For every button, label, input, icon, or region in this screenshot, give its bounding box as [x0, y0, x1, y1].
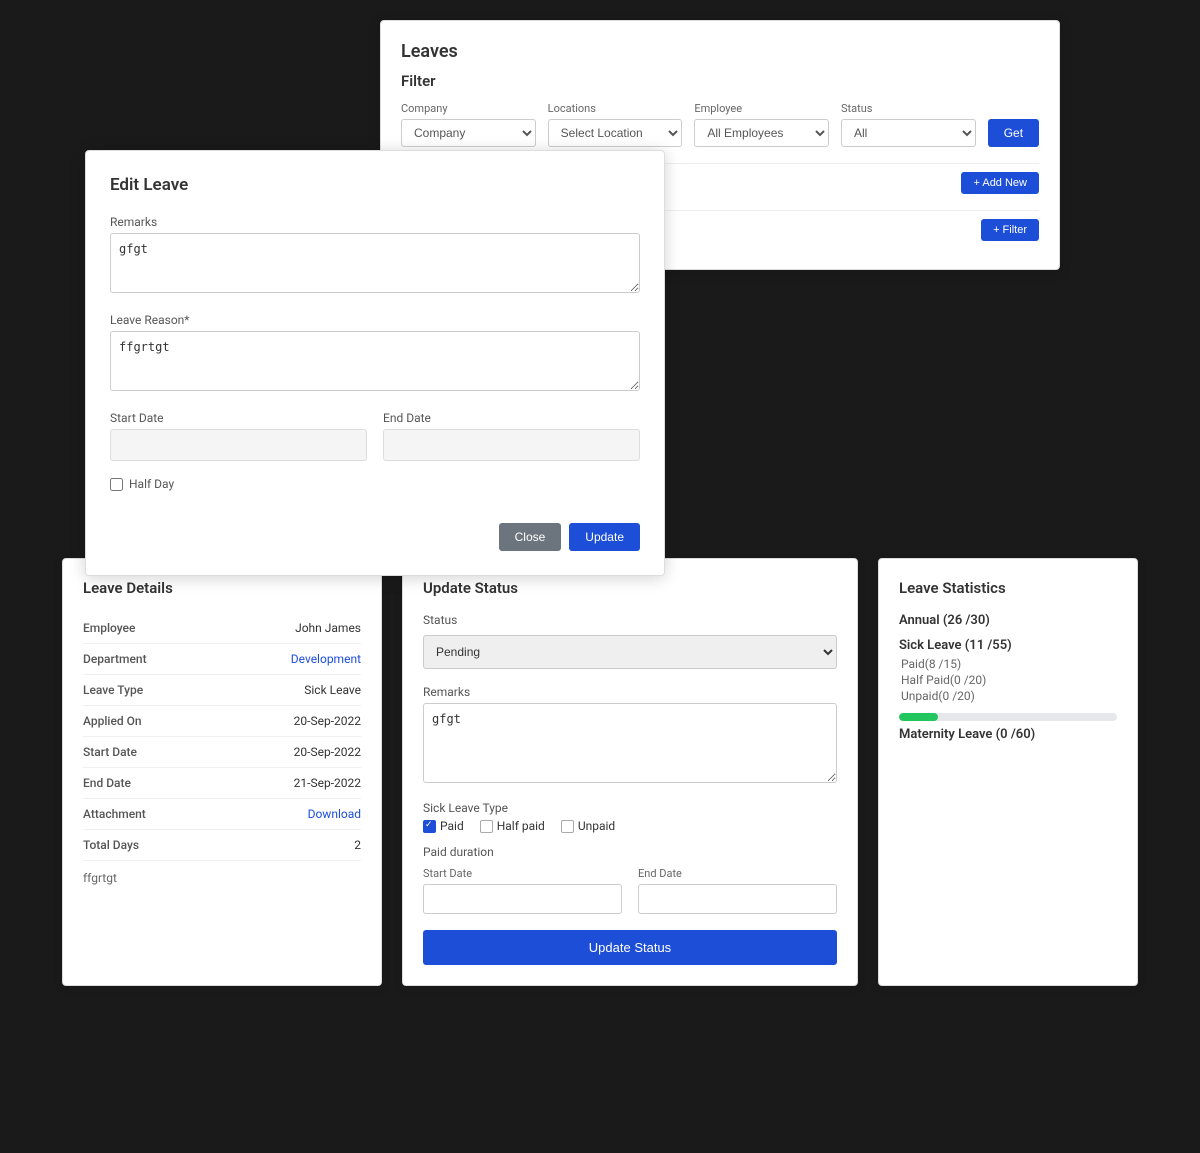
leave-statistics-panel: Leave Statistics Annual (26 /30) Sick Le… — [878, 558, 1138, 986]
end-date-label: End Date — [383, 411, 640, 425]
company-label: Company — [401, 102, 536, 115]
maternity-stat: Maternity Leave (0 /60) — [899, 727, 1117, 742]
unpaid-label-text: Unpaid — [578, 819, 615, 833]
pd-end-date-label: End Date — [638, 867, 837, 880]
annual-stat: Annual (26 /30) — [899, 613, 1117, 628]
half-day-checkbox[interactable] — [110, 478, 123, 491]
total-days-value: 2 — [354, 838, 361, 852]
employee-row: Employee John James — [83, 613, 361, 644]
total-days-row: Total Days 2 — [83, 830, 361, 861]
half-paid-stat-label: Half Paid(0 /20) — [899, 673, 1117, 687]
add-new-button[interactable]: + Add New — [961, 172, 1039, 194]
employee-select[interactable]: All Employees — [694, 119, 829, 147]
pd-start-date-label: Start Date — [423, 867, 622, 880]
company-select[interactable]: Company — [401, 119, 536, 147]
paid-option[interactable]: Paid — [423, 819, 464, 833]
department-value: Development — [291, 652, 361, 666]
end-date-label: End Date — [83, 776, 131, 790]
status-select[interactable]: All — [841, 119, 976, 147]
department-row: Department Development — [83, 644, 361, 675]
sick-leave-label: Sick Leave (11 /55) — [899, 638, 1117, 653]
get-button[interactable]: Get — [988, 119, 1039, 147]
leave-reason-textarea[interactable]: ffgrtgt — [110, 331, 640, 391]
sick-leave-type-label: Sick Leave Type — [423, 801, 837, 815]
half-day-label: Half Day — [129, 477, 174, 491]
leave-type-row: Leave Type Sick Leave — [83, 675, 361, 706]
update-button[interactable]: Update — [569, 523, 640, 551]
end-date-row: End Date 21-Sep-2022 — [83, 768, 361, 799]
locations-label: Locations — [548, 102, 683, 115]
status-dropdown[interactable]: Pending — [423, 635, 837, 669]
sick-leave-stat: Sick Leave (11 /55) Paid(8 /15) Half Pai… — [899, 638, 1117, 703]
paid-duration-label: Paid duration — [423, 845, 837, 859]
leave-type-label: Leave Type — [83, 683, 143, 697]
total-days-label: Total Days — [83, 838, 139, 852]
employee-label: Employee — [694, 102, 829, 115]
half-paid-checkbox[interactable] — [480, 820, 493, 833]
start-date-input[interactable]: 2022-09-20 — [110, 429, 367, 461]
close-button[interactable]: Close — [499, 523, 562, 551]
start-date-label: Start Date — [110, 411, 367, 425]
remarks-label: Remarks — [110, 215, 640, 229]
leaves-panel-title: Leaves — [401, 41, 1039, 62]
unpaid-option[interactable]: Unpaid — [561, 819, 615, 833]
end-date-input[interactable]: 2022-09-21 — [383, 429, 640, 461]
maternity-label: Maternity Leave (0 /60) — [899, 727, 1117, 742]
leave-stats-title: Leave Statistics — [899, 579, 1117, 597]
leave-type-value: Sick Leave — [304, 683, 361, 697]
half-paid-label-text: Half paid — [497, 819, 545, 833]
start-date-value: 20-Sep-2022 — [294, 745, 361, 759]
status-field-label: Status — [423, 613, 837, 627]
leave-details-title: Leave Details — [83, 579, 361, 597]
start-date-row: Start Date 20-Sep-2022 — [83, 737, 361, 768]
pd-end-date-input[interactable]: 2022-09-21 — [638, 884, 837, 914]
edit-leave-title: Edit Leave — [110, 175, 640, 195]
update-status-button[interactable]: Update Status — [423, 930, 837, 965]
applied-on-value: 20-Sep-2022 — [294, 714, 361, 728]
update-status-title: Update Status — [423, 579, 837, 597]
filter-button[interactable]: + Filter — [981, 219, 1039, 241]
unpaid-stat-label: Unpaid(0 /20) — [899, 689, 1117, 703]
department-label: Department — [83, 652, 147, 666]
leave-details-panel: Leave Details Employee John James Depart… — [62, 558, 382, 986]
remarks-field-label: Remarks — [423, 685, 837, 699]
update-status-panel: Update Status Status Pending Remarks gfg… — [402, 558, 858, 986]
annual-label: Annual (26 /30) — [899, 613, 1117, 628]
end-date-value: 21-Sep-2022 — [294, 776, 361, 790]
paid-stat-label: Paid(8 /15) — [899, 657, 1117, 671]
employee-label: Employee — [83, 621, 135, 635]
edit-leave-modal: Edit Leave Remarks gfgt Leave Reason* ff… — [85, 150, 665, 576]
progress-bar-fill — [899, 713, 938, 721]
status-label: Status — [841, 102, 976, 115]
progress-bar-container — [899, 713, 1117, 721]
download-link[interactable]: Download — [308, 807, 361, 821]
applied-on-row: Applied On 20-Sep-2022 — [83, 706, 361, 737]
attachment-label: Attachment — [83, 807, 146, 821]
remarks-textarea[interactable]: gfgt — [110, 233, 640, 293]
leave-footnote: ffgrtgt — [83, 871, 361, 885]
employee-value: John James — [295, 621, 361, 635]
locations-select[interactable]: Select Location — [548, 119, 683, 147]
half-paid-option[interactable]: Half paid — [480, 819, 545, 833]
paid-label-text: Paid — [440, 819, 464, 833]
filter-title: Filter — [401, 72, 1039, 90]
unpaid-checkbox[interactable] — [561, 820, 574, 833]
start-date-label: Start Date — [83, 745, 137, 759]
leave-reason-label: Leave Reason* — [110, 313, 640, 327]
remarks-textarea-status[interactable]: gfgt — [423, 703, 837, 783]
attachment-row: Attachment Download — [83, 799, 361, 830]
applied-on-label: Applied On — [83, 714, 142, 728]
paid-checkbox-checked[interactable] — [423, 820, 436, 833]
pd-start-date-input[interactable]: 2022-09-20 — [423, 884, 622, 914]
